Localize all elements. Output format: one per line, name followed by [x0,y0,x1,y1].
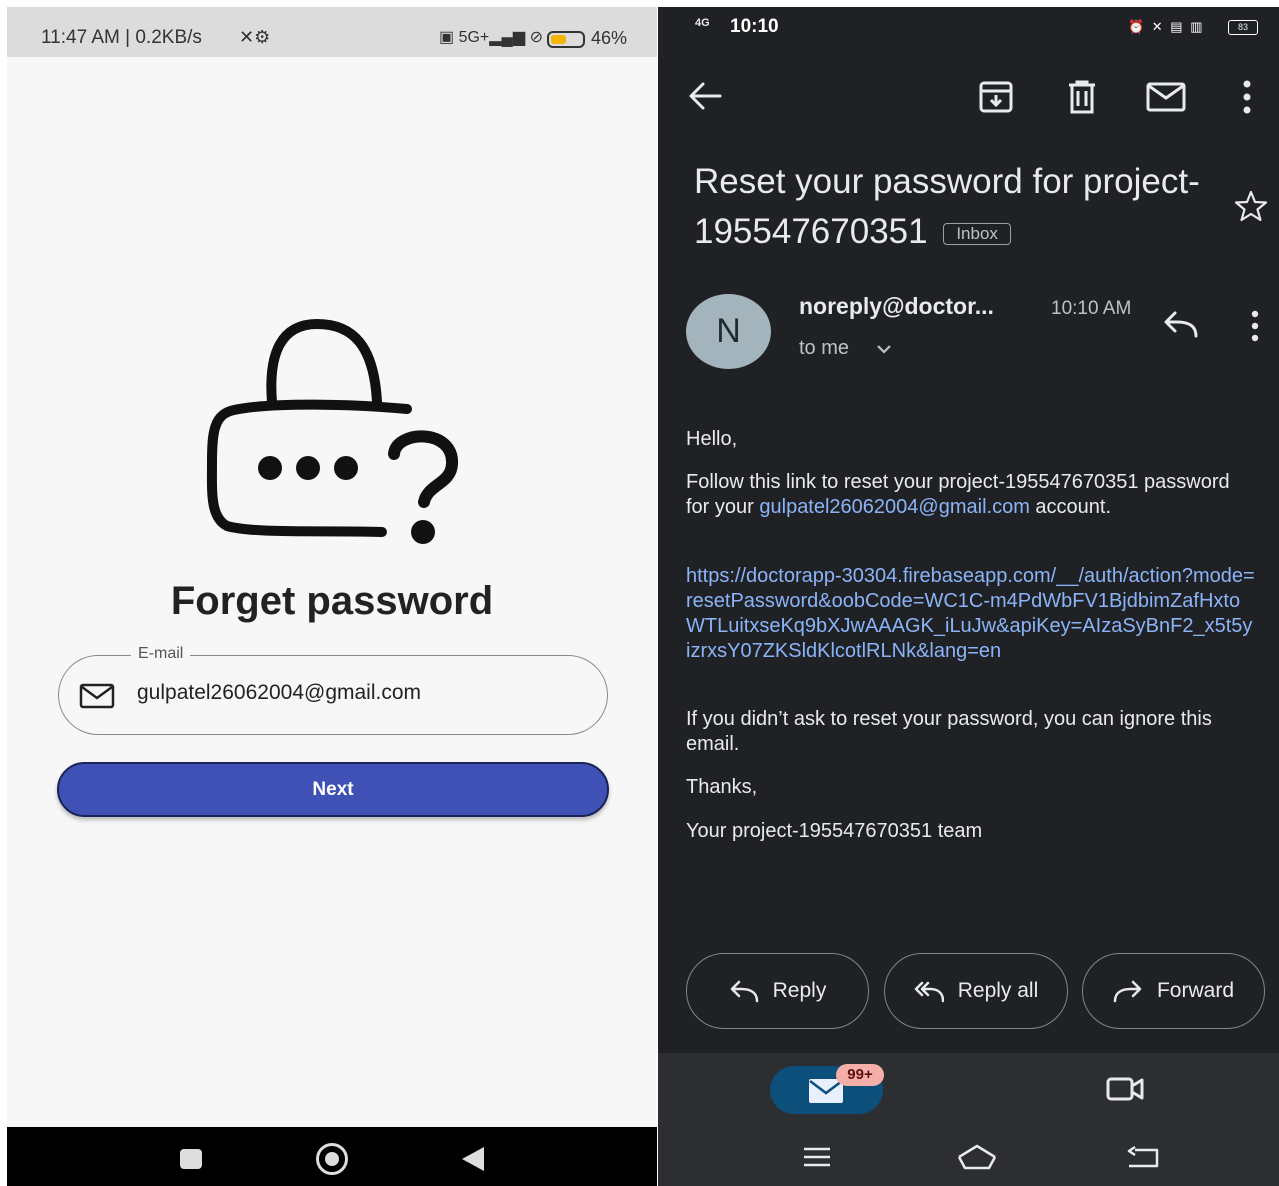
next-button[interactable]: Next [57,762,609,817]
recents-icon[interactable] [180,1149,202,1169]
archive-icon[interactable] [978,80,1014,114]
sender-name[interactable]: noreply@doctor... [799,293,994,320]
status-bar: 4G 10:10 ⏰ ✕ ▤ ▥ 83 [658,7,1279,47]
forward-icon [1113,980,1142,1003]
forward-button[interactable]: Forward [1082,953,1265,1029]
email-field-label: E-mail [131,645,191,663]
mark-unread-icon[interactable] [1146,82,1186,112]
lock-question-icon [206,318,458,544]
reset-password-link[interactable]: https://doctorapp-30304.firebaseapp.com/… [686,564,1256,664]
forward-label: Forward [1156,979,1235,1002]
reply-all-label: Reply all [957,979,1039,1002]
page-title: Forget password [170,579,494,623]
reply-all-button[interactable]: Reply all [884,953,1068,1029]
reply-label: Reply [772,979,827,1002]
chevron-down-icon[interactable] [876,343,892,355]
signal-label: 4G [695,17,710,29]
email-subject: Reset your password for project-19554767… [694,157,1214,257]
network-label: 5G+ [458,29,490,46]
star-icon[interactable] [1234,189,1268,223]
reply-button[interactable]: Reply [686,953,869,1029]
back-arrow-icon[interactable] [688,81,722,111]
thanks-text: Thanks, [686,776,758,798]
reply-icon[interactable] [1163,310,1199,338]
video-camera-icon[interactable] [1105,1074,1145,1104]
sender-avatar[interactable]: N [686,294,771,369]
alarm-mute-icons: ⏰ ✕ ▤ ▥ [1128,19,1205,34]
battery-icon: 83 [1228,20,1258,35]
status-bar: 11:47 AM | 0.2KB/s ✕⚙ ▣ 5G+▂▄▆ ⊘ 46% [7,7,657,57]
menu-icon[interactable] [801,1145,833,1169]
network-icons: ▣ 5G+▂▄▆ ⊘ [439,29,544,46]
unread-badge: 99+ [836,1064,884,1086]
sent-time: 10:10 AM [1051,298,1132,319]
reply-all-icon [914,981,944,1003]
more-vertical-icon[interactable] [1238,79,1256,115]
forget-password-screen: 11:47 AM | 0.2KB/s ✕⚙ ▣ 5G+▂▄▆ ⊘ 46% For… [7,7,657,1186]
reply-icon [730,980,758,1003]
inbox-label-chip[interactable]: Inbox [943,222,1011,245]
home-icon[interactable] [956,1143,998,1171]
system-nav-bar [7,1127,657,1186]
mute-alarm-settings-icons: ✕⚙ [239,27,271,47]
back-icon[interactable] [1126,1145,1160,1169]
email-input-value[interactable]: gulpatel26062004@gmail.com [137,681,421,705]
status-time: 10:10 [730,16,779,37]
email-address-link[interactable]: gulpatel26062004@gmail.com [759,496,1029,518]
more-vertical-icon[interactable] [1248,310,1262,342]
back-icon[interactable] [462,1147,484,1171]
email-greeting: Hello, [686,428,738,450]
screenshot-pair: 11:47 AM | 0.2KB/s ✕⚙ ▣ 5G+▂▄▆ ⊘ 46% For… [0,0,1279,1186]
bottom-nav: 99+ [658,1053,1279,1186]
status-time: 11:47 AM | 0.2KB/s [41,27,202,48]
email-paragraph: Follow this link to reset your project-1… [686,470,1256,520]
signature-text: Your project-195547670351 team [686,820,983,842]
recipient-label[interactable]: to me [799,337,849,360]
paragraph-text: account. [1035,496,1112,518]
message-toolbar [658,67,1279,127]
mail-outline-icon [79,683,115,709]
home-icon[interactable] [316,1143,348,1175]
trash-icon[interactable] [1066,79,1098,115]
battery-icon [547,31,585,48]
ignore-note: If you didn’t ask to reset your password… [686,708,1212,755]
battery-percent: 46% [591,28,628,48]
gmail-message-screen: 4G 10:10 ⏰ ✕ ▤ ▥ 83 Reset your password … [658,7,1279,1186]
